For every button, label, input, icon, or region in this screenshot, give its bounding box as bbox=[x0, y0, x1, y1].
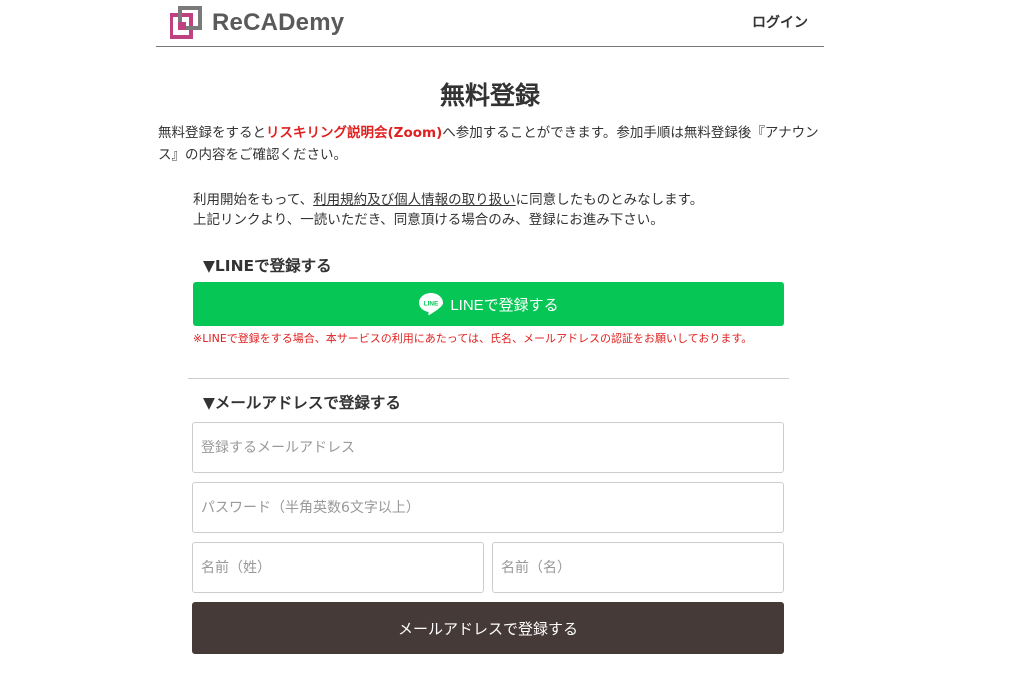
intro-highlight: リスキリング説明会(Zoom) bbox=[266, 125, 443, 141]
line-register-label: LINEで登録する bbox=[450, 296, 559, 314]
mail-section-title: ▼メールアドレスで登録する bbox=[203, 394, 401, 412]
recademy-logo-icon bbox=[170, 6, 202, 39]
terms-text-before: 利用開始をもって、 bbox=[193, 192, 314, 208]
mail-register-button[interactable]: メールアドレスで登録する bbox=[192, 602, 784, 654]
terms-notice: 利用開始をもって、利用規約及び個人情報の取り扱いに同意したものとみなします。 上… bbox=[193, 190, 793, 230]
terms-line-2: 上記リンクより、一読いただき、同意頂ける場合のみ、登録にお進み下さい。 bbox=[193, 212, 664, 228]
terms-line-1: 利用開始をもって、利用規約及び個人情報の取り扱いに同意したものとみなします。 bbox=[193, 190, 793, 210]
site-header: ReCADemy ログイン bbox=[156, 0, 824, 47]
intro-text-before: 無料登録をすると bbox=[158, 125, 266, 141]
line-note: ※LINEで登録をする場合、本サービスの利用にあたっては、氏名、メールアドレスの… bbox=[193, 332, 753, 345]
page-title: 無料登録 bbox=[439, 81, 540, 110]
line-logo-text: LINE bbox=[424, 300, 439, 307]
brand-name: ReCADemy bbox=[212, 9, 345, 36]
section-divider bbox=[188, 378, 789, 379]
intro-text: 無料登録をするとリスキリング説明会(Zoom)へ参加することができます。参加手順… bbox=[158, 122, 828, 166]
password-input[interactable] bbox=[192, 482, 784, 533]
line-section-title: ▼LINEで登録する bbox=[203, 257, 332, 275]
line-logo-icon: LINE bbox=[419, 293, 444, 316]
email-input[interactable] bbox=[192, 422, 784, 473]
brand-logo[interactable]: ReCADemy bbox=[170, 6, 344, 40]
first-name-input[interactable] bbox=[492, 542, 784, 593]
login-link[interactable]: ログイン bbox=[752, 12, 808, 32]
terms-link[interactable]: 利用規約及び個人情報の取り扱い bbox=[313, 192, 516, 208]
terms-text-after: に同意したものとみなします。 bbox=[515, 192, 704, 208]
last-name-input[interactable] bbox=[192, 542, 484, 593]
line-register-button[interactable]: LINE LINEで登録する bbox=[193, 282, 784, 326]
